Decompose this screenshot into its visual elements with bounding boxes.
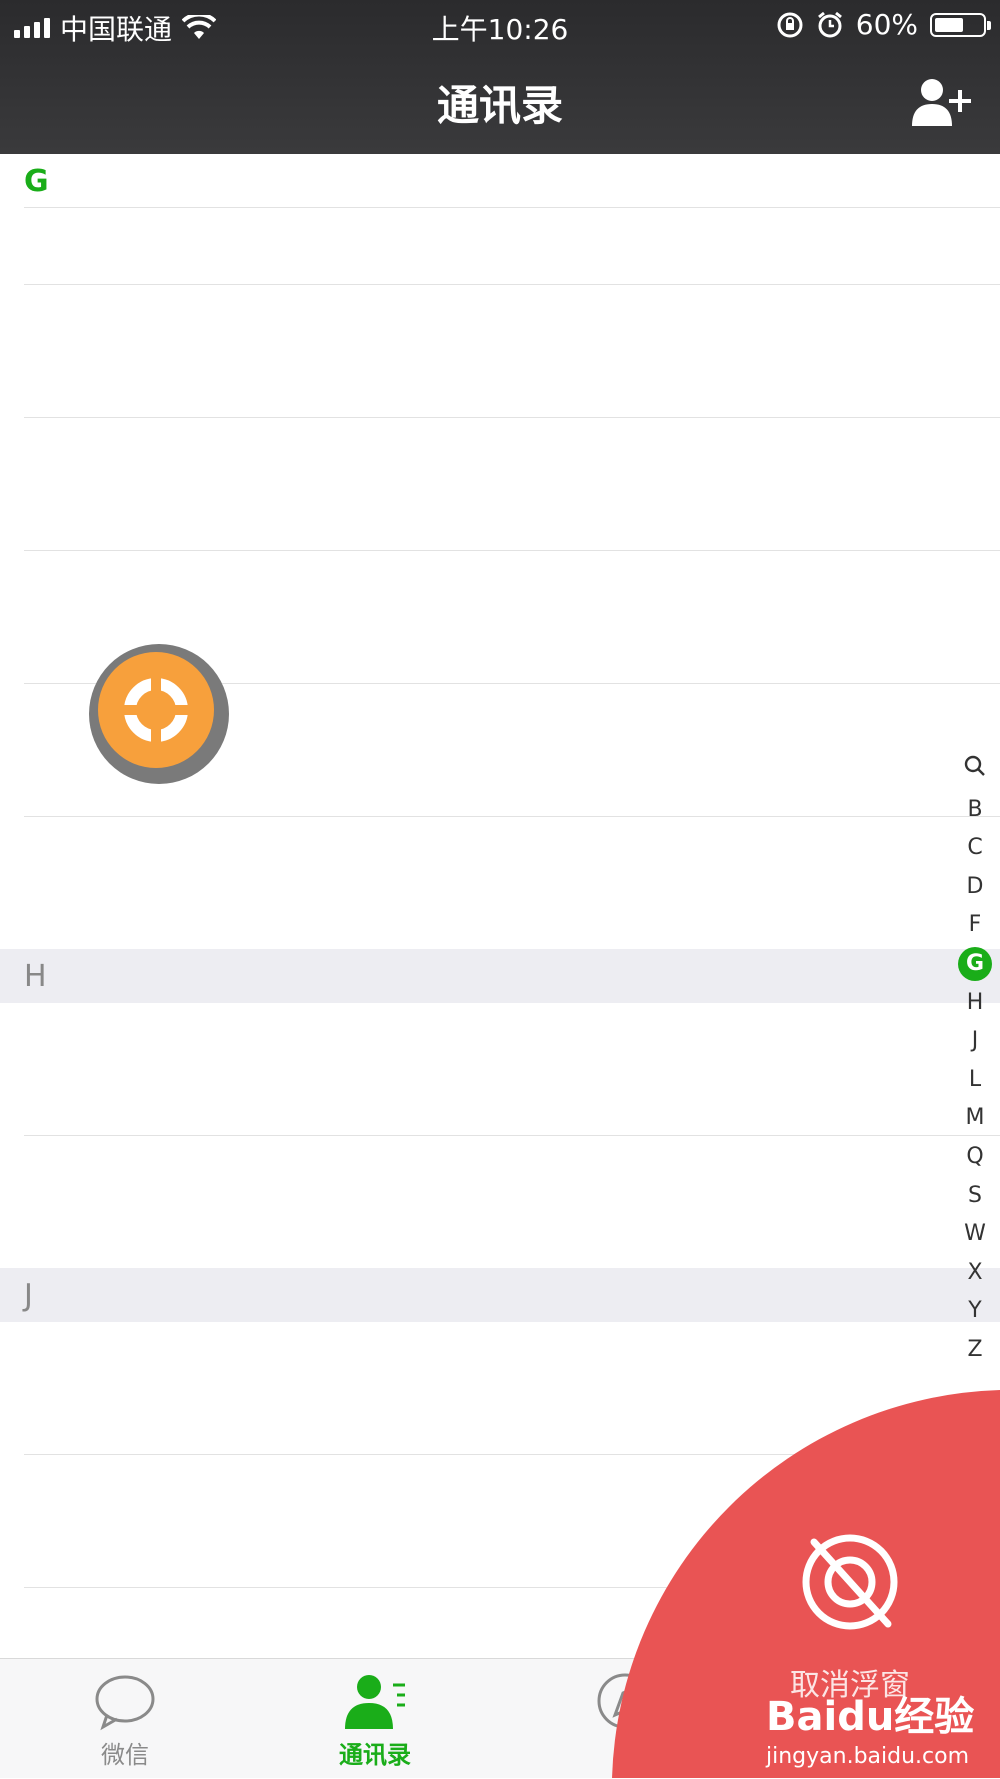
index-letter-h[interactable]: H (950, 984, 1000, 1023)
section-letter-j: J (24, 1278, 33, 1313)
tab-contacts-label: 通讯录 (339, 1741, 411, 1769)
index-letter-s[interactable]: S (950, 1177, 1000, 1216)
page-title: 通讯录 (436, 81, 563, 130)
index-letter-g[interactable]: G (950, 945, 1000, 984)
list-item[interactable] (0, 1455, 1000, 1588)
list-item[interactable] (0, 1003, 1000, 1136)
add-contact-icon[interactable] (910, 76, 974, 128)
tab-chats-label: 微信 (101, 1741, 149, 1769)
chat-bubble-icon (95, 1675, 155, 1731)
index-letter-w[interactable]: W (950, 1215, 1000, 1254)
tab-chats[interactable]: 微信 (0, 1659, 250, 1779)
index-letter-j[interactable]: J (950, 1022, 1000, 1061)
watermark-brand: Baidu经验 (766, 1694, 975, 1740)
index-search-icon[interactable] (950, 752, 1000, 791)
section-header-h: H (0, 949, 1000, 1003)
list-item[interactable] (0, 208, 1000, 285)
tab-contacts[interactable]: 通讯录 (250, 1659, 500, 1779)
list-item[interactable] (0, 1136, 1000, 1268)
index-letter-c[interactable]: C (950, 829, 1000, 868)
baidu-watermark: Baidu经验 jingyan.baidu.com (766, 1684, 974, 1769)
list-item[interactable] (0, 418, 1000, 551)
alphabet-index[interactable]: BCDFGHJLMQSWXYZ (950, 752, 1000, 1370)
status-bar: 中国联通 上午10:26 60% (0, 0, 1000, 50)
contact-list[interactable]: G H J BCDFGHJLMQSWXYZ (0, 154, 1000, 1658)
section-header-j: J (0, 1268, 1000, 1322)
index-letter-d[interactable]: D (950, 868, 1000, 907)
battery-percent: 60% (855, 8, 918, 41)
discover-icon (597, 1673, 653, 1729)
list-item[interactable] (0, 817, 1000, 950)
index-letter-m[interactable]: M (950, 1099, 1000, 1138)
list-item[interactable] (0, 1322, 1000, 1455)
battery-fill (935, 17, 963, 32)
index-letter-y[interactable]: Y (950, 1292, 1000, 1331)
tab-discover[interactable]: 发 (500, 1659, 750, 1779)
alarm-icon (817, 11, 842, 37)
list-item[interactable] (0, 1588, 1000, 1658)
section-letter-h: H (24, 959, 47, 994)
watermark-site: jingyan.baidu.com (766, 1744, 970, 1769)
index-letter-f[interactable]: F (950, 906, 1000, 945)
index-letter-z[interactable]: Z (950, 1331, 1000, 1370)
index-letter-q[interactable]: Q (950, 1138, 1000, 1177)
floating-window-ball[interactable] (80, 640, 234, 788)
tab-discover-label: 发 (613, 1741, 637, 1769)
contacts-icon (345, 1675, 405, 1729)
index-letter-l[interactable]: L (950, 1061, 1000, 1100)
top-bar: 中国联通 上午10:26 60% 通讯录 (0, 0, 1000, 154)
index-letter-b[interactable]: B (950, 791, 1000, 830)
list-item[interactable] (0, 285, 1000, 418)
index-letter-x[interactable]: X (950, 1254, 1000, 1293)
battery-icon (930, 12, 991, 37)
rotation-lock-icon (777, 12, 803, 37)
section-letter-g: G (24, 164, 49, 199)
